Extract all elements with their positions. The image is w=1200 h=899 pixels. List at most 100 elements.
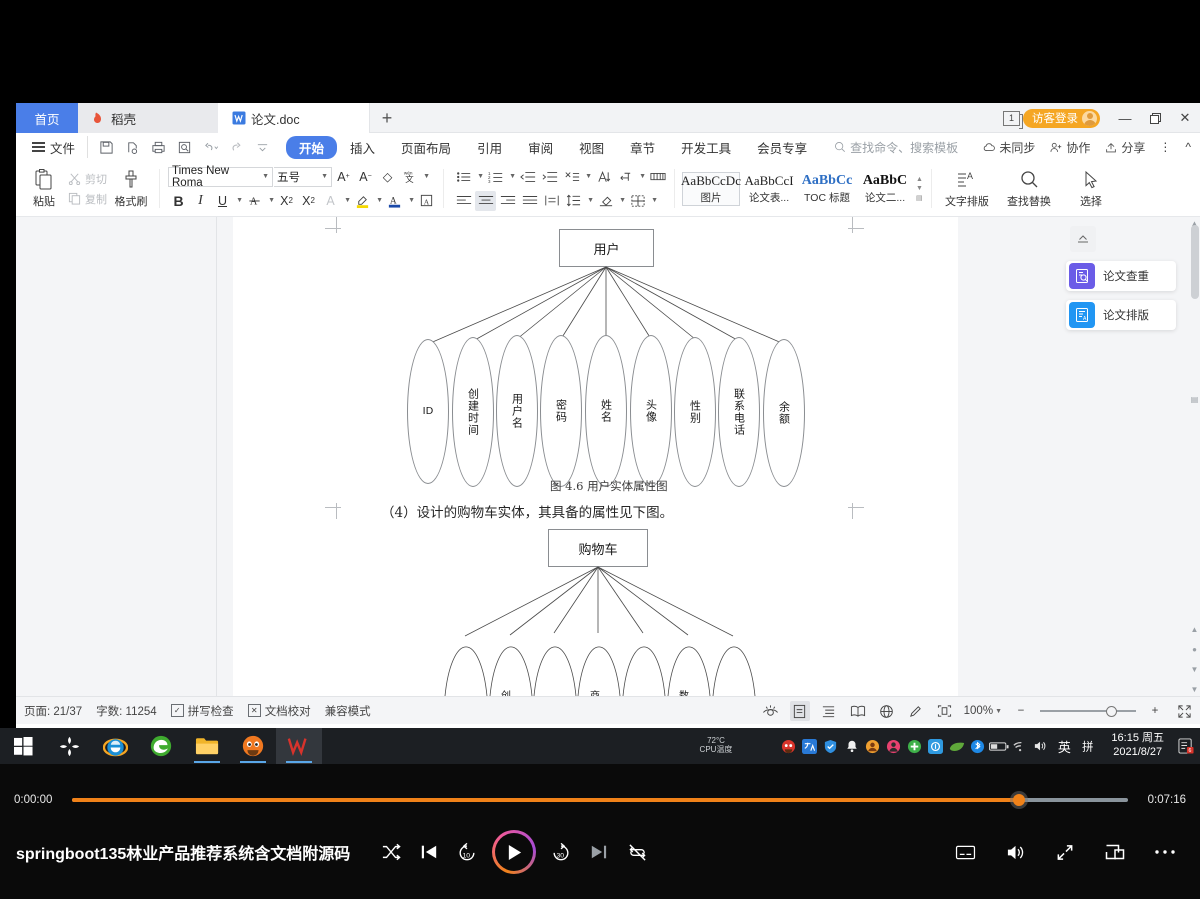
internet-explorer-icon[interactable] [92, 728, 138, 764]
print-preview-icon[interactable] [120, 136, 144, 158]
font-name-input[interactable]: Times New Roma ▼ [168, 165, 273, 189]
cpu-temperature-widget[interactable]: 72°C CPU温度 [686, 728, 746, 764]
text-effects-dropdown-icon[interactable]: ▼ [342, 191, 351, 211]
login-button[interactable]: 访客登录 [1023, 108, 1100, 128]
open-docs-count[interactable]: 1 [1003, 110, 1023, 129]
page-view-icon[interactable] [789, 701, 810, 721]
battery-icon[interactable] [988, 728, 1009, 764]
character-border-icon[interactable]: A [416, 191, 437, 211]
search-doc-icon[interactable] [172, 136, 196, 158]
navigation-pane[interactable] [16, 217, 217, 696]
bluetooth-icon[interactable] [967, 728, 988, 764]
play-button[interactable] [492, 830, 537, 874]
distribute-icon[interactable] [541, 191, 562, 211]
tab-document[interactable]: 论文.doc [218, 103, 370, 133]
fullscreen-icon[interactable] [1174, 701, 1194, 721]
print-icon[interactable] [146, 136, 170, 158]
proofread-toggle[interactable]: ✕ 文档校对 [247, 703, 311, 719]
mail-icon[interactable] [925, 728, 946, 764]
split-view-icon[interactable]: ▤ [1190, 395, 1199, 404]
decrease-indent-icon[interactable] [517, 167, 538, 187]
highlight-dropdown-icon[interactable]: ▼ [374, 191, 383, 211]
word-count[interactable]: 字数: 11254 [96, 703, 157, 719]
app-pink-icon[interactable] [883, 728, 904, 764]
leaf-icon[interactable] [946, 728, 967, 764]
borders-dropdown-icon[interactable]: ▼ [649, 191, 658, 211]
file-menu-button[interactable]: 文件 [24, 138, 83, 157]
bullet-list-icon[interactable] [453, 167, 474, 187]
tab-home[interactable]: 首页 [16, 103, 78, 133]
new-tab-button[interactable]: + [370, 103, 404, 133]
sogou-icon[interactable] [46, 728, 92, 764]
wps-writer-icon[interactable] [276, 728, 322, 764]
find-replace-button[interactable]: 查找替换 [999, 169, 1059, 209]
zoom-level[interactable]: 100% ▼ [964, 705, 1002, 717]
numbered-list-icon[interactable]: 123 [485, 167, 506, 187]
tab-start[interactable]: 开始 [286, 135, 338, 159]
numbered-dropdown-icon[interactable]: ▼ [507, 167, 516, 187]
file-explorer-icon[interactable] [184, 728, 230, 764]
notification-icon[interactable]: 6 [1172, 728, 1200, 764]
progress-handle[interactable] [1013, 794, 1026, 806]
windows-start-icon[interactable] [0, 728, 46, 764]
security-icon[interactable] [778, 728, 799, 764]
highlight-color-icon[interactable] [352, 191, 373, 211]
cut-button[interactable]: 剪切 [66, 170, 109, 188]
justify-icon[interactable] [519, 191, 540, 211]
grid-align-icon[interactable] [647, 167, 668, 187]
format-painter-button[interactable]: 格式刷 [109, 168, 153, 209]
more-options-icon[interactable] [1146, 833, 1184, 871]
spellcheck-toggle[interactable]: ✓ 拼写检查 [170, 703, 234, 719]
style-card-heading2[interactable]: AaBbC 论文二... [856, 172, 914, 206]
superscript-icon[interactable]: X2 [276, 191, 297, 211]
select-browse-icon[interactable]: ● [1190, 645, 1199, 654]
sync-status-button[interactable]: 未同步 [977, 139, 1040, 156]
scroll-down-icon[interactable]: ▼ [1190, 685, 1199, 694]
collaborate-button[interactable]: 协作 [1044, 139, 1095, 156]
copy-button[interactable]: 复制 [66, 190, 109, 208]
scrollbar-thumb[interactable] [1191, 225, 1199, 299]
translate-icon[interactable] [799, 728, 820, 764]
eye-icon[interactable] [761, 701, 781, 721]
user-icon[interactable] [862, 728, 883, 764]
pinyin-guide-icon[interactable]: wén 文 [399, 167, 420, 187]
rewind-10-icon[interactable]: 10 [448, 833, 486, 871]
align-center-icon[interactable] [475, 190, 496, 211]
underline-dropdown-icon[interactable]: ▼ [234, 191, 243, 211]
underline-icon[interactable]: U [212, 191, 233, 211]
paper-check-button[interactable]: 论文查重 [1066, 261, 1176, 291]
bell-icon[interactable] [841, 728, 862, 764]
shading-dropdown-icon[interactable]: ▼ [617, 191, 626, 211]
ime-mode-icon[interactable]: 拼 [1077, 728, 1103, 764]
ime-language[interactable]: 英 [1051, 728, 1077, 764]
paper-layout-button[interactable]: A 论文排版 [1066, 300, 1176, 330]
picture-in-picture-icon[interactable] [1096, 833, 1134, 871]
no-repeat-icon[interactable] [618, 833, 656, 871]
zoom-out-button[interactable]: − [1011, 701, 1031, 721]
tab-view[interactable]: 视图 [566, 136, 617, 159]
align-right-icon[interactable] [497, 191, 518, 211]
strikethrough-dropdown-icon[interactable]: ▼ [266, 191, 275, 211]
decrease-font-icon[interactable]: A − [355, 167, 376, 187]
paste-button[interactable]: 粘贴 [22, 168, 66, 209]
reading-view-icon[interactable] [848, 701, 868, 721]
tab-member[interactable]: 会员专享 [744, 136, 820, 159]
shield-icon[interactable] [820, 728, 841, 764]
expand-icon[interactable] [1046, 833, 1084, 871]
tab-developer[interactable]: 开发工具 [668, 136, 744, 159]
shading-icon[interactable] [595, 191, 616, 211]
customize-icon[interactable] [250, 136, 274, 158]
minimize-button[interactable]: — [1110, 103, 1140, 133]
style-card-image[interactable]: AaBbCcDc 图片 [681, 171, 741, 206]
tab-references[interactable]: 引用 [464, 136, 515, 159]
more-menu-button[interactable]: ⋮ [1154, 140, 1176, 154]
font-color-dropdown-icon[interactable]: ▼ [406, 191, 415, 211]
tab-review[interactable]: 审阅 [515, 136, 566, 159]
italic-icon[interactable]: I [190, 191, 211, 211]
strikethrough-icon[interactable]: A [244, 191, 265, 211]
wifi-icon[interactable] [1009, 728, 1030, 764]
show-marks-icon[interactable] [615, 167, 636, 187]
close-button[interactable]: ✕ [1170, 103, 1200, 133]
zoom-slider-knob[interactable] [1106, 705, 1117, 717]
next-page-icon[interactable]: ▼ [1190, 665, 1199, 674]
